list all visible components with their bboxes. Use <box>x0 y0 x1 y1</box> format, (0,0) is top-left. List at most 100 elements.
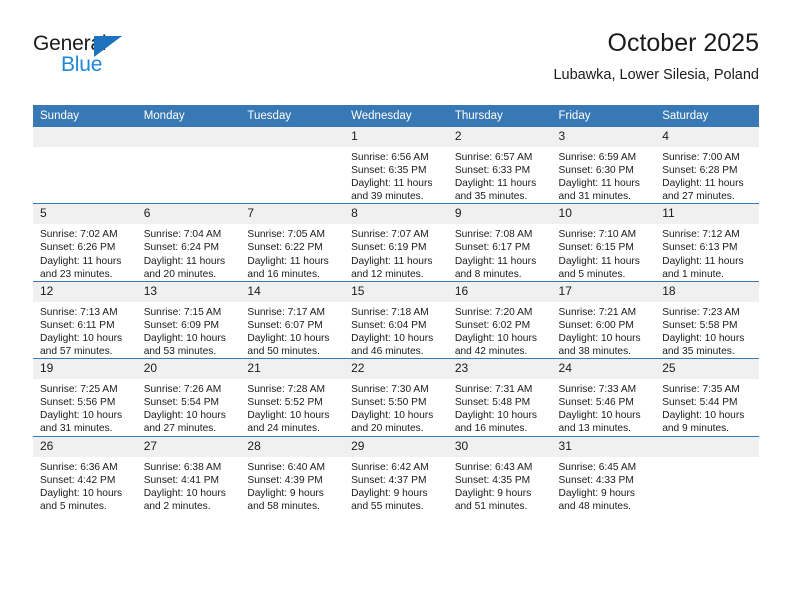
daylight-text-line2: and 16 minutes. <box>454 423 528 435</box>
weekday-header-tuesday: Tuesday <box>240 105 345 127</box>
sunrise-text: Sunrise: 7:15 AM <box>143 306 222 318</box>
sunrise-text: Sunrise: 7:30 AM <box>351 384 429 396</box>
day-number <box>240 127 345 147</box>
day-details: Sunrise: 7:08 AM Sunset: 6:17 PM Dayligh… <box>448 224 552 280</box>
day-number: 12 <box>33 281 137 302</box>
page-subtitle: Lubawka, Lower Silesia, Poland <box>553 67 759 83</box>
day-number: 7 <box>240 204 345 225</box>
day-cell[interactable]: 27 Sunrise: 6:38 AM Sunset: 4:41 PM Dayl… <box>136 435 241 513</box>
day-cell[interactable]: 7 Sunrise: 7:05 AM Sunset: 6:22 PM Dayli… <box>240 203 345 282</box>
calendar-week-row: 19 Sunrise: 7:25 AM Sunset: 5:56 PM Dayl… <box>33 358 759 436</box>
day-cell[interactable]: 19 Sunrise: 7:25 AM Sunset: 5:56 PM Dayl… <box>33 358 137 436</box>
day-cell[interactable]: 6 Sunrise: 7:04 AM Sunset: 6:24 PM Dayli… <box>136 203 241 282</box>
daylight-text-line2: and 39 minutes. <box>351 191 424 203</box>
calendar-week-row: 26 Sunrise: 6:36 AM Sunset: 4:42 PM Dayl… <box>33 435 759 513</box>
daylight-text-line1: Daylight: 10 hours <box>662 410 745 422</box>
day-details: Sunrise: 7:35 AM Sunset: 5:44 PM Dayligh… <box>655 379 759 435</box>
sunrise-text: Sunrise: 7:05 AM <box>247 229 325 241</box>
sunrise-text: Sunrise: 7:02 AM <box>40 229 118 241</box>
day-number: 29 <box>344 436 448 457</box>
day-number: 8 <box>344 204 448 225</box>
daylight-text-line2: and 53 minutes. <box>143 346 217 358</box>
sunset-text: Sunset: 5:48 PM <box>454 397 531 409</box>
daylight-text-line1: Daylight: 11 hours <box>662 255 744 267</box>
sunrise-text: Sunrise: 7:28 AM <box>247 384 325 396</box>
daylight-text-line1: Daylight: 11 hours <box>454 255 537 267</box>
sunset-text: Sunset: 4:41 PM <box>143 474 220 486</box>
day-cell[interactable]: 29 Sunrise: 6:42 AM Sunset: 4:37 PM Dayl… <box>344 435 448 513</box>
daylight-text-line2: and 51 minutes. <box>454 500 528 512</box>
page-title: October 2025 <box>607 29 760 57</box>
day-cell[interactable]: 12 Sunrise: 7:13 AM Sunset: 6:11 PM Dayl… <box>33 280 137 359</box>
day-cell[interactable]: 3 Sunrise: 6:59 AM Sunset: 6:30 PM Dayli… <box>551 127 656 204</box>
day-cell[interactable] <box>655 435 759 513</box>
day-cell[interactable]: 20 Sunrise: 7:26 AM Sunset: 5:54 PM Dayl… <box>136 358 241 436</box>
day-cell[interactable]: 2 Sunrise: 6:57 AM Sunset: 6:33 PM Dayli… <box>447 127 552 204</box>
daylight-text-line2: and 1 minute. <box>662 268 724 280</box>
daylight-text-line1: Daylight: 10 hours <box>40 332 123 344</box>
day-cell[interactable]: 23 Sunrise: 7:31 AM Sunset: 5:48 PM Dayl… <box>447 358 552 436</box>
daylight-text-line1: Daylight: 10 hours <box>558 332 641 344</box>
day-cell[interactable]: 31 Sunrise: 6:45 AM Sunset: 4:33 PM Dayl… <box>551 435 656 513</box>
day-number: 20 <box>136 359 241 380</box>
weekday-header-sunday: Sunday <box>33 105 137 127</box>
day-details: Sunrise: 7:17 AM Sunset: 6:07 PM Dayligh… <box>240 302 344 358</box>
day-number: 2 <box>447 127 552 147</box>
day-cell[interactable]: 13 Sunrise: 7:15 AM Sunset: 6:09 PM Dayl… <box>136 280 241 359</box>
day-cell[interactable]: 14 Sunrise: 7:17 AM Sunset: 6:07 PM Dayl… <box>240 280 345 359</box>
day-cell[interactable]: 28 Sunrise: 6:40 AM Sunset: 4:39 PM Dayl… <box>240 435 345 513</box>
day-cell[interactable]: 25 Sunrise: 7:35 AM Sunset: 5:44 PM Dayl… <box>655 358 759 436</box>
day-cell[interactable]: 15 Sunrise: 7:18 AM Sunset: 6:04 PM Dayl… <box>344 280 448 359</box>
sunset-text: Sunset: 5:58 PM <box>662 319 738 331</box>
sunset-text: Sunset: 6:17 PM <box>454 242 531 254</box>
day-details: Sunrise: 6:42 AM Sunset: 4:37 PM Dayligh… <box>344 457 448 513</box>
weekday-header-wednesday: Wednesday <box>344 105 448 127</box>
day-details: Sunrise: 6:59 AM Sunset: 6:30 PM Dayligh… <box>552 147 656 203</box>
daylight-text-line2: and 20 minutes. <box>143 268 217 280</box>
daylight-text-line1: Daylight: 10 hours <box>143 487 226 499</box>
sunset-text: Sunset: 5:46 PM <box>558 397 634 409</box>
generalblue-logo[interactable]: General Blue <box>33 32 163 84</box>
page-header: General Blue October 2025 Lubawka, Lower… <box>33 28 759 98</box>
day-cell[interactable]: 10 Sunrise: 7:10 AM Sunset: 6:15 PM Dayl… <box>551 203 656 282</box>
day-cell[interactable]: 8 Sunrise: 7:07 AM Sunset: 6:19 PM Dayli… <box>344 203 448 282</box>
day-cell[interactable]: 24 Sunrise: 7:33 AM Sunset: 5:46 PM Dayl… <box>551 358 656 436</box>
day-cell[interactable]: 5 Sunrise: 7:02 AM Sunset: 6:26 PM Dayli… <box>33 203 137 282</box>
sunset-text: Sunset: 6:24 PM <box>143 242 220 254</box>
sunset-text: Sunset: 4:37 PM <box>351 474 427 486</box>
day-cell[interactable]: 18 Sunrise: 7:23 AM Sunset: 5:58 PM Dayl… <box>655 280 759 359</box>
day-cell[interactable]: 21 Sunrise: 7:28 AM Sunset: 5:52 PM Dayl… <box>240 358 345 436</box>
day-cell[interactable] <box>136 127 241 204</box>
day-details: Sunrise: 7:12 AM Sunset: 6:13 PM Dayligh… <box>655 224 759 280</box>
day-details <box>655 457 759 461</box>
calendar-week-row: 1 Sunrise: 6:56 AM Sunset: 6:35 PM Dayli… <box>33 127 759 204</box>
day-cell[interactable]: 4 Sunrise: 7:00 AM Sunset: 6:28 PM Dayli… <box>655 127 759 204</box>
day-cell[interactable]: 9 Sunrise: 7:08 AM Sunset: 6:17 PM Dayli… <box>447 203 552 282</box>
sunrise-text: Sunrise: 6:57 AM <box>454 152 533 163</box>
day-cell[interactable]: 26 Sunrise: 6:36 AM Sunset: 4:42 PM Dayl… <box>33 435 137 513</box>
day-cell[interactable] <box>33 127 137 204</box>
day-cell[interactable]: 22 Sunrise: 7:30 AM Sunset: 5:50 PM Dayl… <box>344 358 448 436</box>
day-cell[interactable]: 16 Sunrise: 7:20 AM Sunset: 6:02 PM Dayl… <box>447 280 552 359</box>
day-cell[interactable]: 17 Sunrise: 7:21 AM Sunset: 6:00 PM Dayl… <box>551 280 656 359</box>
day-number: 19 <box>33 359 137 380</box>
sunset-text: Sunset: 6:26 PM <box>40 242 116 254</box>
sunrise-text: Sunrise: 6:42 AM <box>351 461 429 473</box>
daylight-text-line1: Daylight: 11 hours <box>247 255 329 267</box>
sunrise-text: Sunrise: 7:17 AM <box>247 306 325 318</box>
sunset-text: Sunset: 6:11 PM <box>40 319 115 331</box>
day-details: Sunrise: 7:23 AM Sunset: 5:58 PM Dayligh… <box>655 302 759 358</box>
day-cell[interactable]: 1 Sunrise: 6:56 AM Sunset: 6:35 PM Dayli… <box>344 127 448 204</box>
sunrise-text: Sunrise: 7:26 AM <box>143 384 222 396</box>
day-number <box>655 436 759 457</box>
day-cell[interactable]: 30 Sunrise: 6:43 AM Sunset: 4:35 PM Dayl… <box>447 435 552 513</box>
day-cell[interactable] <box>240 127 345 204</box>
day-details: Sunrise: 7:07 AM Sunset: 6:19 PM Dayligh… <box>344 224 448 280</box>
daylight-text-line2: and 35 minutes. <box>454 191 528 203</box>
day-details: Sunrise: 6:36 AM Sunset: 4:42 PM Dayligh… <box>33 457 137 513</box>
day-details: Sunrise: 7:31 AM Sunset: 5:48 PM Dayligh… <box>448 379 552 435</box>
day-cell[interactable]: 11 Sunrise: 7:12 AM Sunset: 6:13 PM Dayl… <box>655 203 759 282</box>
daylight-text-line2: and 38 minutes. <box>558 346 632 358</box>
sunset-text: Sunset: 6:13 PM <box>662 242 738 254</box>
sunrise-text: Sunrise: 6:36 AM <box>40 461 118 473</box>
